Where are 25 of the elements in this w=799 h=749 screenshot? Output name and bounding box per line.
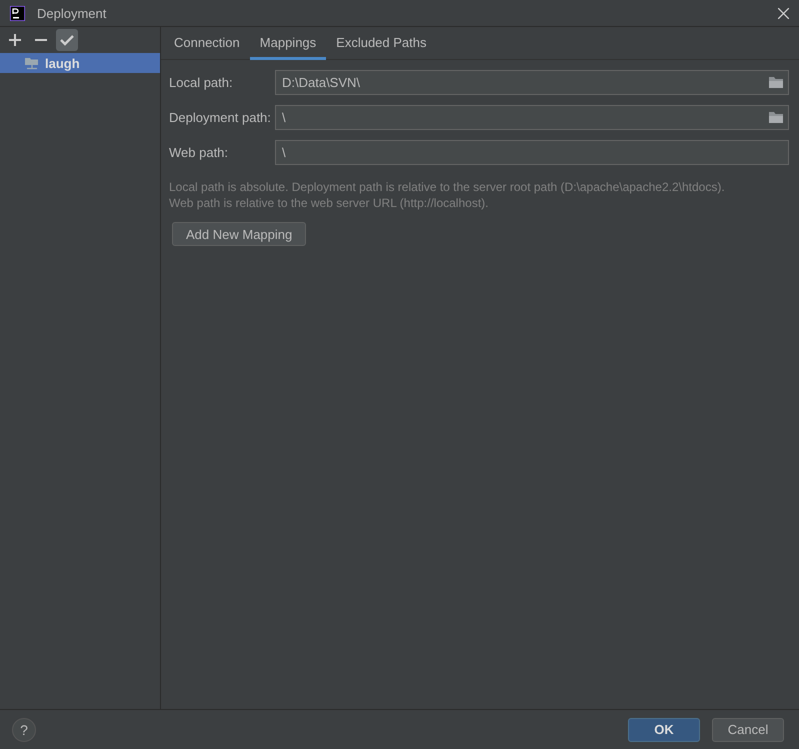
tab[interactable]: Connection	[164, 27, 250, 60]
help-text: Local path is absolute. Deployment path is relative to the server root path (D:\apache\apache2.2\htdocs). Web path is relative to the web server URL (http://localhost).	[169, 179, 726, 211]
field-label: Web path:	[169, 145, 230, 160]
server-list-item[interactable]: laugh	[0, 53, 160, 73]
path-field[interactable]: D:\Data\SVN\	[275, 70, 789, 95]
close-icon[interactable]	[778, 8, 789, 18]
app-logo-icon	[10, 6, 25, 20]
set-default-button[interactable]	[56, 29, 78, 51]
help-button[interactable]: ?	[12, 718, 36, 742]
field-label: Local path:	[169, 75, 234, 90]
add-mapping-button[interactable]: Add New Mapping	[172, 222, 306, 246]
path-field[interactable]: \	[275, 140, 789, 165]
ok-button[interactable]: OK	[628, 718, 700, 742]
folder-icon[interactable]	[768, 76, 784, 89]
tab[interactable]: Excluded Paths	[326, 27, 436, 60]
tab[interactable]: Mappings	[250, 27, 326, 60]
window-title: Deployment	[37, 6, 106, 20]
plus-icon	[9, 34, 21, 46]
cancel-button[interactable]: Cancel	[712, 718, 784, 742]
path-field[interactable]: \	[275, 105, 789, 130]
server-icon	[25, 56, 39, 70]
minus-icon	[35, 39, 47, 41]
folder-icon[interactable]	[768, 111, 784, 124]
field-label: Deployment path:	[169, 110, 272, 125]
check-icon	[60, 34, 74, 46]
